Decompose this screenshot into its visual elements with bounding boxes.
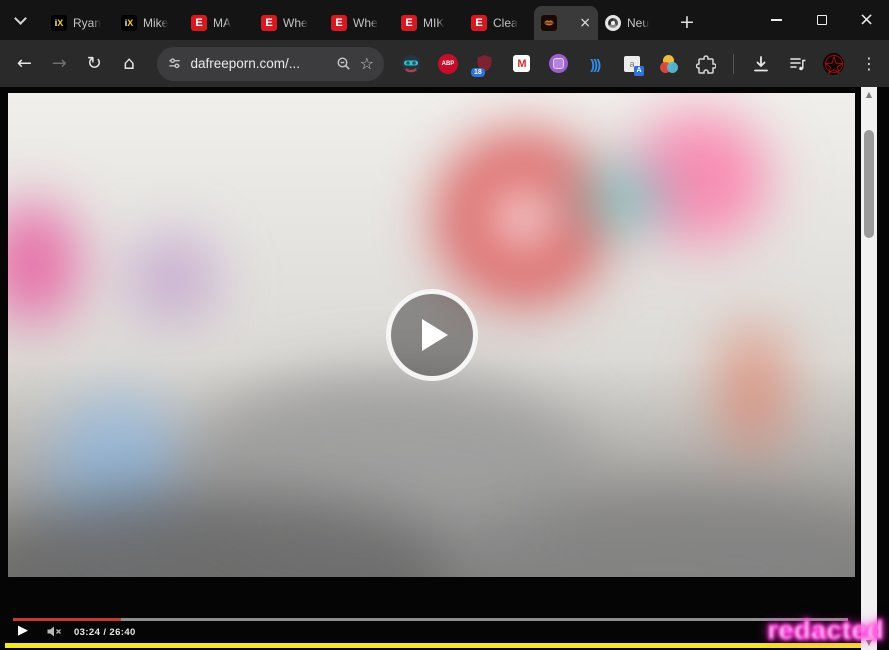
- window-close-button[interactable]: ×: [844, 0, 889, 40]
- purple-cam-extension-icon[interactable]: [549, 54, 568, 73]
- back-button[interactable]: ←: [12, 51, 37, 77]
- tab-search-chevron-icon[interactable]: [14, 12, 27, 25]
- zoom-out-icon[interactable]: [336, 56, 352, 72]
- tab-label: Neu: [627, 16, 649, 30]
- browser-titlebar: iX Ryan iX Mike E MA E Whe E Whe E MIK E…: [0, 0, 889, 40]
- play-overlay-button[interactable]: [386, 289, 478, 381]
- tab-mik[interactable]: E MIK: [394, 6, 464, 40]
- forward-button[interactable]: →: [47, 51, 72, 77]
- minimize-icon: [771, 19, 782, 21]
- browser-menu-kebab-icon[interactable]: ⋮: [861, 54, 877, 73]
- browser-toolbar: ← → ↻ ⌂ dafreeporn.com/... ☆ ABP 18: [0, 40, 889, 87]
- translate-extension-icon[interactable]: aA: [622, 54, 642, 74]
- site-favicon: [541, 15, 557, 31]
- player-play-button[interactable]: ▶: [18, 623, 28, 638]
- tab-whe-1[interactable]: E Whe: [254, 6, 324, 40]
- home-button[interactable]: ⌂: [117, 51, 142, 77]
- site-settings-tune-icon[interactable]: [167, 56, 182, 71]
- tab-whe-2[interactable]: E Whe: [324, 6, 394, 40]
- tab-label: Whe: [283, 16, 308, 30]
- window-controls: ×: [754, 0, 889, 40]
- scrollbar-thumb[interactable]: [864, 130, 874, 238]
- tab-active-current-site[interactable]: ×: [534, 6, 598, 40]
- progress-played: [13, 618, 121, 621]
- downloads-icon[interactable]: [751, 54, 771, 74]
- tab-label: Clea: [493, 16, 518, 30]
- tab-neu[interactable]: Neu: [598, 6, 668, 40]
- video-player-placeholder[interactable]: [8, 93, 855, 577]
- e-favicon: E: [471, 15, 487, 31]
- tab-strip: iX Ryan iX Mike E MA E Whe E Whe E MIK E…: [44, 6, 668, 40]
- e-favicon: E: [191, 15, 207, 31]
- player-mute-icon[interactable]: [46, 625, 62, 638]
- yellow-accent-bar: [5, 643, 865, 648]
- video-progress-bar[interactable]: [13, 618, 848, 621]
- shield-badge-18: 18: [471, 68, 485, 77]
- toolbar-divider: [733, 54, 734, 74]
- red-m-extension-icon[interactable]: M: [512, 54, 532, 74]
- e-favicon: E: [261, 15, 277, 31]
- ix-favicon: iX: [121, 15, 137, 31]
- tab-clea[interactable]: E Clea: [464, 6, 534, 40]
- tab-label: Ryan: [73, 16, 101, 30]
- volume-waves-extension-icon[interactable]: ))): [585, 54, 605, 74]
- tab-ryan[interactable]: iX Ryan: [44, 6, 114, 40]
- e-favicon: E: [331, 15, 347, 31]
- address-bar[interactable]: dafreeporn.com/... ☆: [157, 47, 384, 81]
- url-text[interactable]: dafreeporn.com/...: [190, 56, 327, 71]
- mask-extension-icon[interactable]: [401, 54, 421, 74]
- player-time-display: 03:24 / 26:40: [74, 627, 136, 638]
- profile-avatar[interactable]: [823, 53, 844, 75]
- page-scrollbar[interactable]: ▲ ▼: [861, 87, 877, 650]
- tab-label: MA: [213, 16, 231, 30]
- adblock-plus-extension-icon[interactable]: ABP: [438, 54, 458, 74]
- e-favicon: E: [401, 15, 417, 31]
- tab-label: Mike: [143, 16, 168, 30]
- color-circles-extension-icon[interactable]: [659, 54, 679, 74]
- shield-extension-icon[interactable]: 18: [475, 54, 495, 74]
- tab-label: Whe: [353, 16, 378, 30]
- play-icon: [422, 319, 448, 351]
- reload-button[interactable]: ↻: [82, 51, 107, 77]
- tab-ma[interactable]: E MA: [184, 6, 254, 40]
- ix-favicon: iX: [51, 15, 67, 31]
- media-queue-icon[interactable]: [788, 54, 808, 74]
- extensions-puzzle-icon[interactable]: [696, 54, 716, 74]
- tab-label: MIK: [423, 16, 444, 30]
- purple-inner-glyph: [553, 58, 564, 69]
- window-minimize-button[interactable]: [754, 0, 799, 40]
- scrollbar-up-arrow[interactable]: ▲: [861, 87, 877, 102]
- window-maximize-button[interactable]: [799, 0, 844, 40]
- new-tab-button[interactable]: +: [672, 8, 702, 36]
- neu-favicon: [605, 15, 621, 31]
- maximize-icon: [817, 15, 827, 25]
- web-page: ▶ 03:24 / 26:40 redacted ▲ ▼: [0, 87, 889, 650]
- tab-mike[interactable]: iX Mike: [114, 6, 184, 40]
- bookmark-star-icon[interactable]: ☆: [360, 54, 374, 73]
- site-watermark-redacted: redacted: [767, 615, 884, 646]
- tab-close-icon[interactable]: ×: [579, 16, 591, 30]
